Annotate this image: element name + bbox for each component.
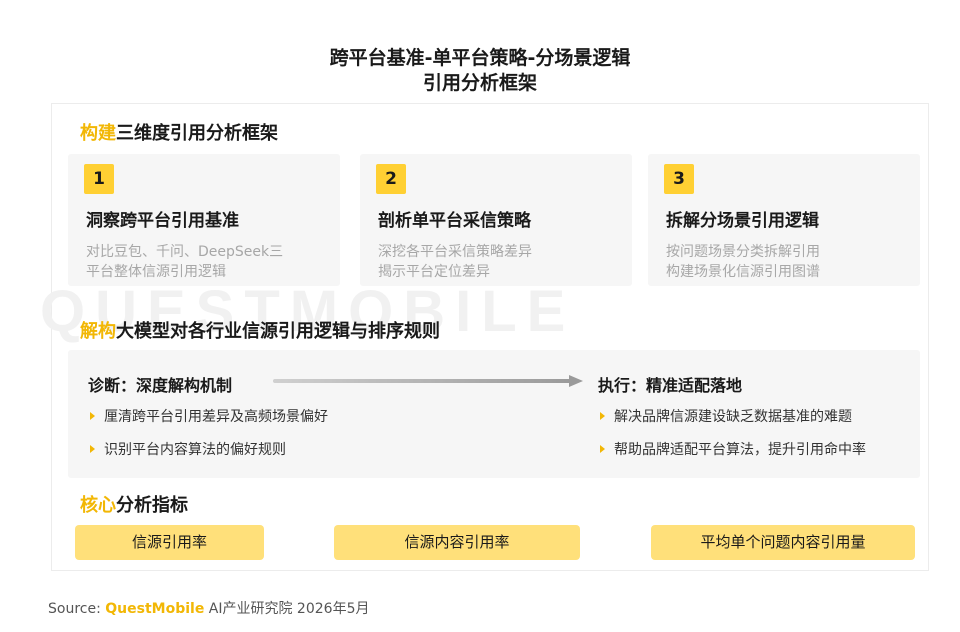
step-number-badge: 1 (84, 164, 114, 194)
dimension-card-3: 3 拆解分场景引用逻辑 按问题场景分类拆解引用 构建场景化信源引用图谱 (648, 154, 920, 286)
triangle-bullet-icon (600, 445, 605, 453)
triangle-bullet-icon (90, 412, 95, 420)
source-prefix: Source: (48, 601, 101, 617)
triangle-bullet-icon (600, 412, 605, 420)
section-heading-build: 构建三维度引用分析框架 (80, 122, 278, 146)
diagnosis-execution-panel: 诊断：深度解构机制 执行：精准适配落地 厘清跨平台引用差异及高频场景偏好 识别平… (68, 350, 920, 478)
card-title: 洞察跨平台引用基准 (86, 211, 239, 231)
diagnosis-bullet: 识别平台内容算法的偏好规则 (90, 439, 286, 459)
card-description: 深挖各平台采信策略差异 揭示平台定位差异 (378, 242, 623, 282)
triangle-bullet-icon (90, 445, 95, 453)
arrow-right-icon (273, 375, 583, 387)
bullet-text: 厘清跨平台引用差异及高频场景偏好 (104, 409, 328, 425)
card-title: 剖析单平台采信策略 (378, 211, 531, 231)
card-title: 拆解分场景引用逻辑 (666, 211, 819, 231)
card-desc-line: 构建场景化信源引用图谱 (666, 264, 820, 280)
card-desc-line: 揭示平台定位差异 (378, 264, 490, 280)
page-title: 跨平台基准-单平台策略-分场景逻辑 (329, 47, 631, 69)
section-heading-text: 三维度引用分析框架 (116, 123, 278, 144)
execution-bullet: 帮助品牌适配平台算法，提升引用命中率 (600, 439, 866, 459)
card-desc-line: 按问题场景分类拆解引用 (666, 244, 820, 260)
metric-avg-citations-per-question: 平均单个问题内容引用量 (651, 525, 915, 560)
card-desc-line: 深挖各平台采信策略差异 (378, 244, 532, 260)
section-heading-highlight: 解构 (80, 321, 116, 342)
bullet-text: 解决品牌信源建设缺乏数据基准的难题 (614, 409, 852, 425)
source-brand: QuestMobile (105, 601, 205, 617)
dimension-card-1: 1 洞察跨平台引用基准 对比豆包、千问、DeepSeek三 平台整体信源引用逻辑 (68, 154, 340, 286)
execution-bullet: 解决品牌信源建设缺乏数据基准的难题 (600, 406, 852, 426)
section-heading-metrics: 核心分析指标 (80, 494, 188, 518)
bullet-text: 帮助品牌适配平台算法，提升引用命中率 (614, 442, 866, 458)
step-number-badge: 3 (664, 164, 694, 194)
section-heading-text: 大模型对各行业信源引用逻辑与排序规则 (116, 321, 440, 342)
section-heading-highlight: 核心 (80, 495, 116, 516)
card-desc-line: 对比豆包、千问、DeepSeek三 (86, 244, 284, 260)
diagnosis-bullet: 厘清跨平台引用差异及高频场景偏好 (90, 406, 328, 426)
card-description: 对比豆包、千问、DeepSeek三 平台整体信源引用逻辑 (86, 242, 331, 282)
dimension-card-2: 2 剖析单平台采信策略 深挖各平台采信策略差异 揭示平台定位差异 (360, 154, 632, 286)
page-subtitle: 引用分析框架 (422, 72, 537, 94)
section-heading-highlight: 构建 (80, 123, 116, 144)
section-heading-text: 分析指标 (116, 495, 188, 516)
source-rest: AI产业研究院 2026年5月 (208, 601, 370, 617)
source-note: Source: QuestMobile AI产业研究院 2026年5月 (48, 598, 369, 618)
bullet-text: 识别平台内容算法的偏好规则 (104, 442, 286, 458)
diagnosis-label: 诊断：深度解构机制 (88, 376, 233, 395)
step-number-badge: 2 (376, 164, 406, 194)
card-description: 按问题场景分类拆解引用 构建场景化信源引用图谱 (666, 242, 911, 282)
metric-source-citation-rate: 信源引用率 (75, 525, 264, 560)
metric-content-citation-rate: 信源内容引用率 (334, 525, 580, 560)
card-desc-line: 平台整体信源引用逻辑 (86, 264, 226, 280)
execution-label: 执行：精准适配落地 (598, 376, 743, 395)
section-heading-deconstruct: 解构大模型对各行业信源引用逻辑与排序规则 (80, 320, 440, 344)
